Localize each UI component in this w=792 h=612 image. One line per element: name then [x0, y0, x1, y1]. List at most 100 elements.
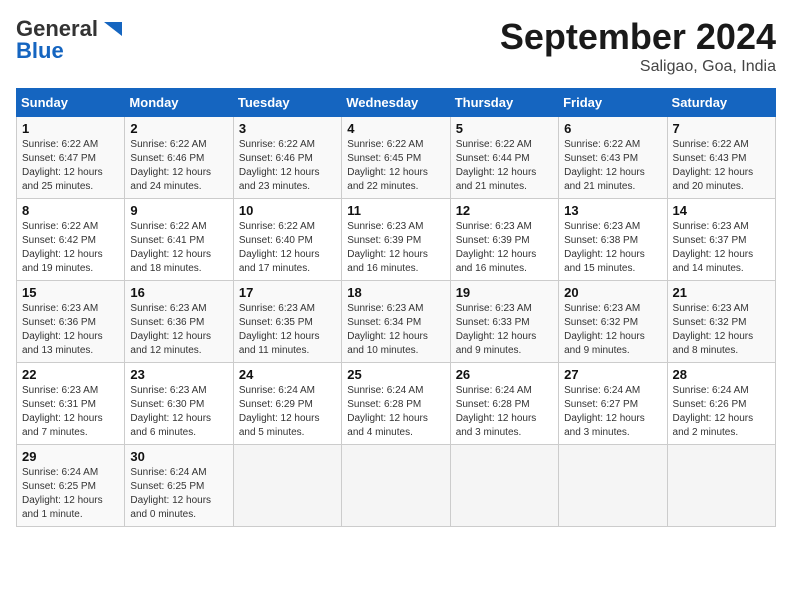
day-number: 7	[673, 121, 770, 136]
calendar-week-row: 15 Sunrise: 6:23 AMSunset: 6:36 PMDaylig…	[17, 281, 776, 363]
calendar-cell: 30 Sunrise: 6:24 AMSunset: 6:25 PMDaylig…	[125, 445, 233, 527]
cell-info: Sunrise: 6:22 AMSunset: 6:46 PMDaylight:…	[239, 139, 320, 192]
cell-info: Sunrise: 6:23 AMSunset: 6:30 PMDaylight:…	[130, 385, 211, 438]
day-number: 25	[347, 367, 444, 382]
cell-info: Sunrise: 6:23 AMSunset: 6:32 PMDaylight:…	[564, 303, 645, 356]
calendar-cell	[667, 445, 775, 527]
cell-info: Sunrise: 6:22 AMSunset: 6:44 PMDaylight:…	[456, 139, 537, 192]
calendar-cell: 17 Sunrise: 6:23 AMSunset: 6:35 PMDaylig…	[233, 281, 341, 363]
cell-info: Sunrise: 6:23 AMSunset: 6:31 PMDaylight:…	[22, 385, 103, 438]
cell-info: Sunrise: 6:23 AMSunset: 6:37 PMDaylight:…	[673, 221, 754, 274]
day-number: 24	[239, 367, 336, 382]
calendar-cell: 6 Sunrise: 6:22 AMSunset: 6:43 PMDayligh…	[559, 117, 667, 199]
logo-icon	[102, 18, 124, 40]
col-saturday: Saturday	[667, 89, 775, 117]
day-number: 9	[130, 203, 227, 218]
cell-info: Sunrise: 6:23 AMSunset: 6:36 PMDaylight:…	[22, 303, 103, 356]
day-number: 1	[22, 121, 119, 136]
cell-info: Sunrise: 6:22 AMSunset: 6:41 PMDaylight:…	[130, 221, 211, 274]
calendar-cell: 12 Sunrise: 6:23 AMSunset: 6:39 PMDaylig…	[450, 199, 558, 281]
calendar-cell: 18 Sunrise: 6:23 AMSunset: 6:34 PMDaylig…	[342, 281, 450, 363]
calendar-week-row: 22 Sunrise: 6:23 AMSunset: 6:31 PMDaylig…	[17, 363, 776, 445]
cell-info: Sunrise: 6:23 AMSunset: 6:34 PMDaylight:…	[347, 303, 428, 356]
day-number: 18	[347, 285, 444, 300]
col-monday: Monday	[125, 89, 233, 117]
day-number: 20	[564, 285, 661, 300]
cell-info: Sunrise: 6:22 AMSunset: 6:42 PMDaylight:…	[22, 221, 103, 274]
day-number: 19	[456, 285, 553, 300]
col-tuesday: Tuesday	[233, 89, 341, 117]
cell-info: Sunrise: 6:24 AMSunset: 6:28 PMDaylight:…	[347, 385, 428, 438]
header-row: Sunday Monday Tuesday Wednesday Thursday…	[17, 89, 776, 117]
calendar-cell: 2 Sunrise: 6:22 AMSunset: 6:46 PMDayligh…	[125, 117, 233, 199]
cell-info: Sunrise: 6:22 AMSunset: 6:43 PMDaylight:…	[564, 139, 645, 192]
calendar-cell: 13 Sunrise: 6:23 AMSunset: 6:38 PMDaylig…	[559, 199, 667, 281]
cell-info: Sunrise: 6:24 AMSunset: 6:27 PMDaylight:…	[564, 385, 645, 438]
day-number: 23	[130, 367, 227, 382]
calendar-cell	[559, 445, 667, 527]
day-number: 10	[239, 203, 336, 218]
calendar-cell: 5 Sunrise: 6:22 AMSunset: 6:44 PMDayligh…	[450, 117, 558, 199]
day-number: 2	[130, 121, 227, 136]
day-number: 6	[564, 121, 661, 136]
cell-info: Sunrise: 6:23 AMSunset: 6:32 PMDaylight:…	[673, 303, 754, 356]
cell-info: Sunrise: 6:24 AMSunset: 6:28 PMDaylight:…	[456, 385, 537, 438]
cell-info: Sunrise: 6:23 AMSunset: 6:36 PMDaylight:…	[130, 303, 211, 356]
calendar-cell	[233, 445, 341, 527]
calendar-cell: 26 Sunrise: 6:24 AMSunset: 6:28 PMDaylig…	[450, 363, 558, 445]
day-number: 17	[239, 285, 336, 300]
cell-info: Sunrise: 6:23 AMSunset: 6:35 PMDaylight:…	[239, 303, 320, 356]
calendar-cell: 21 Sunrise: 6:23 AMSunset: 6:32 PMDaylig…	[667, 281, 775, 363]
month-title: September 2024	[500, 16, 776, 58]
header: General Blue September 2024 Saligao, Goa…	[16, 16, 776, 76]
calendar-cell: 16 Sunrise: 6:23 AMSunset: 6:36 PMDaylig…	[125, 281, 233, 363]
location: Saligao, Goa, India	[500, 58, 776, 76]
calendar-cell: 22 Sunrise: 6:23 AMSunset: 6:31 PMDaylig…	[17, 363, 125, 445]
calendar-cell: 29 Sunrise: 6:24 AMSunset: 6:25 PMDaylig…	[17, 445, 125, 527]
calendar-cell	[450, 445, 558, 527]
cell-info: Sunrise: 6:22 AMSunset: 6:47 PMDaylight:…	[22, 139, 103, 192]
cell-info: Sunrise: 6:23 AMSunset: 6:39 PMDaylight:…	[347, 221, 428, 274]
day-number: 13	[564, 203, 661, 218]
calendar-week-row: 1 Sunrise: 6:22 AMSunset: 6:47 PMDayligh…	[17, 117, 776, 199]
calendar-week-row: 29 Sunrise: 6:24 AMSunset: 6:25 PMDaylig…	[17, 445, 776, 527]
day-number: 12	[456, 203, 553, 218]
calendar-cell: 10 Sunrise: 6:22 AMSunset: 6:40 PMDaylig…	[233, 199, 341, 281]
day-number: 15	[22, 285, 119, 300]
day-number: 27	[564, 367, 661, 382]
logo: General Blue	[16, 16, 124, 64]
day-number: 22	[22, 367, 119, 382]
cell-info: Sunrise: 6:23 AMSunset: 6:39 PMDaylight:…	[456, 221, 537, 274]
title-block: September 2024 Saligao, Goa, India	[500, 16, 776, 76]
calendar-cell: 3 Sunrise: 6:22 AMSunset: 6:46 PMDayligh…	[233, 117, 341, 199]
calendar-cell: 8 Sunrise: 6:22 AMSunset: 6:42 PMDayligh…	[17, 199, 125, 281]
page-container: General Blue September 2024 Saligao, Goa…	[0, 0, 792, 535]
day-number: 16	[130, 285, 227, 300]
calendar-cell: 24 Sunrise: 6:24 AMSunset: 6:29 PMDaylig…	[233, 363, 341, 445]
day-number: 21	[673, 285, 770, 300]
day-number: 4	[347, 121, 444, 136]
calendar-cell: 1 Sunrise: 6:22 AMSunset: 6:47 PMDayligh…	[17, 117, 125, 199]
cell-info: Sunrise: 6:23 AMSunset: 6:33 PMDaylight:…	[456, 303, 537, 356]
calendar-cell: 14 Sunrise: 6:23 AMSunset: 6:37 PMDaylig…	[667, 199, 775, 281]
col-sunday: Sunday	[17, 89, 125, 117]
cell-info: Sunrise: 6:24 AMSunset: 6:26 PMDaylight:…	[673, 385, 754, 438]
cell-info: Sunrise: 6:24 AMSunset: 6:29 PMDaylight:…	[239, 385, 320, 438]
calendar-table: Sunday Monday Tuesday Wednesday Thursday…	[16, 88, 776, 527]
day-number: 26	[456, 367, 553, 382]
calendar-week-row: 8 Sunrise: 6:22 AMSunset: 6:42 PMDayligh…	[17, 199, 776, 281]
col-wednesday: Wednesday	[342, 89, 450, 117]
calendar-cell: 11 Sunrise: 6:23 AMSunset: 6:39 PMDaylig…	[342, 199, 450, 281]
calendar-cell: 9 Sunrise: 6:22 AMSunset: 6:41 PMDayligh…	[125, 199, 233, 281]
day-number: 28	[673, 367, 770, 382]
day-number: 29	[22, 449, 119, 464]
calendar-cell: 4 Sunrise: 6:22 AMSunset: 6:45 PMDayligh…	[342, 117, 450, 199]
day-number: 30	[130, 449, 227, 464]
col-thursday: Thursday	[450, 89, 558, 117]
day-number: 14	[673, 203, 770, 218]
calendar-cell: 23 Sunrise: 6:23 AMSunset: 6:30 PMDaylig…	[125, 363, 233, 445]
calendar-cell: 19 Sunrise: 6:23 AMSunset: 6:33 PMDaylig…	[450, 281, 558, 363]
calendar-cell: 25 Sunrise: 6:24 AMSunset: 6:28 PMDaylig…	[342, 363, 450, 445]
calendar-cell: 28 Sunrise: 6:24 AMSunset: 6:26 PMDaylig…	[667, 363, 775, 445]
calendar-cell: 7 Sunrise: 6:22 AMSunset: 6:43 PMDayligh…	[667, 117, 775, 199]
